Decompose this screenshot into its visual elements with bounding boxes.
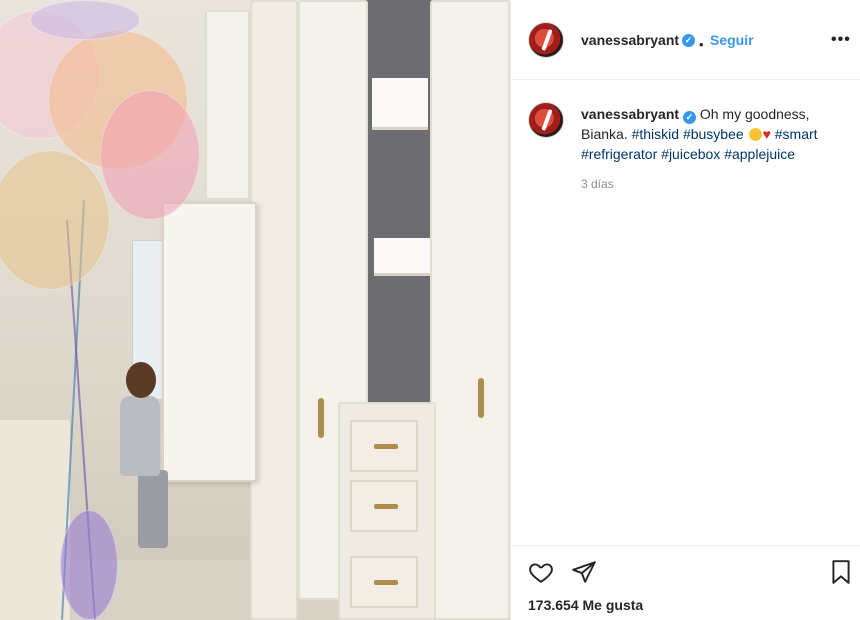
photo-drawer-1 — [350, 420, 418, 472]
post-timestamp[interactable]: 3 días — [581, 177, 614, 191]
grinning-emoji-icon — [748, 128, 762, 141]
photo-drawer-2 — [350, 480, 418, 532]
balloon-3 — [100, 90, 200, 220]
post-header: vanessabryant ✓ • Seguir ••• — [511, 0, 860, 80]
photo-right-cabinet — [430, 0, 510, 620]
photo-upper-cabinet-left — [205, 10, 250, 200]
follow-button[interactable]: Seguir — [710, 32, 754, 48]
balloon-4 — [0, 150, 110, 290]
post-photo[interactable] — [0, 0, 510, 620]
post-caption: vanessabryant ✓ Oh my goodness, Bianka. … — [581, 104, 846, 164]
balloon-5 — [30, 0, 140, 40]
photo-fridge-door — [162, 202, 257, 482]
like-count[interactable]: 173.654 Me gusta — [528, 597, 643, 613]
photo-shelf-middle — [374, 238, 430, 276]
photo-drawer-3 — [350, 556, 418, 608]
author-username[interactable]: vanessabryant — [581, 32, 679, 48]
author-avatar[interactable] — [528, 22, 564, 58]
caption-username[interactable]: vanessabryant — [581, 106, 679, 122]
photo-handle-2 — [478, 378, 484, 418]
photo-shelf-upper — [372, 78, 428, 130]
photo-wall-panel — [250, 0, 298, 620]
hashtag-link[interactable]: #juicebox — [661, 146, 720, 162]
send-icon[interactable] — [571, 559, 597, 585]
hashtag-link[interactable]: #applejuice — [724, 146, 795, 162]
more-options-icon[interactable]: ••• — [831, 31, 851, 49]
action-bar: 173.654 Me gusta — [511, 545, 860, 620]
hashtag-link[interactable]: #busybee — [683, 126, 744, 142]
photo-pantry-wall — [365, 0, 435, 420]
photo-child-legs — [138, 470, 168, 548]
caption-verified-badge-icon: ✓ — [682, 111, 696, 124]
post-detail-panel: vanessabryant ✓ • Seguir ••• vanessabrya… — [510, 0, 860, 620]
hashtag-link[interactable]: #refrigerator — [581, 146, 657, 162]
heart-emoji-icon: ♥ — [762, 126, 771, 142]
photo-handle-1 — [318, 398, 324, 438]
balloon-6 — [60, 510, 118, 620]
separator-dot: • — [699, 37, 704, 52]
photo-child-head — [126, 362, 156, 398]
photo-child-body — [120, 396, 160, 476]
heart-icon[interactable] — [528, 559, 554, 585]
bookmark-icon[interactable] — [828, 559, 854, 585]
verified-badge-icon: ✓ — [682, 34, 695, 47]
hashtag-link[interactable]: #smart — [775, 126, 818, 142]
caption-author-avatar[interactable] — [528, 102, 564, 138]
hashtag-link[interactable]: #thiskid — [632, 126, 679, 142]
photo-column — [0, 420, 72, 620]
